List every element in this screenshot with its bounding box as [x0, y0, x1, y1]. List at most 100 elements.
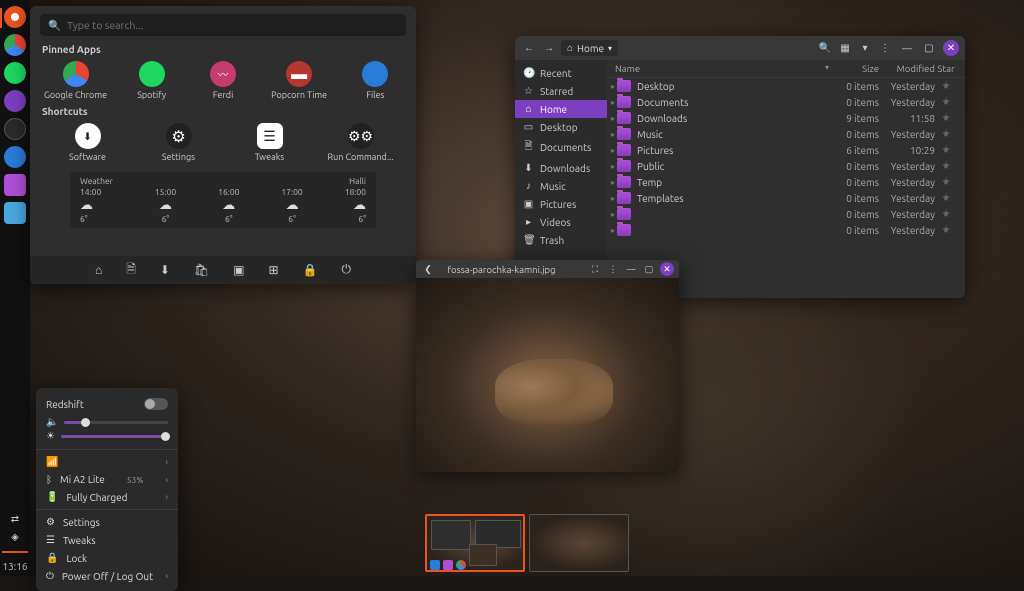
footer-home-icon[interactable]: ⌂	[95, 263, 102, 277]
tray-wifi-icon[interactable]: ◈	[11, 531, 19, 543]
shortcut-tweaks[interactable]: ☰Tweaks	[242, 123, 297, 162]
viewer-image[interactable]	[416, 278, 679, 472]
shortcut-software[interactable]: ⬇Software	[60, 123, 115, 162]
star-icon[interactable]: ★	[935, 80, 957, 92]
star-icon[interactable]: ★	[935, 224, 957, 236]
volume-slider[interactable]	[64, 421, 168, 424]
folder-icon	[617, 144, 631, 156]
sidebar-item-videos[interactable]: ▸Videos	[515, 213, 607, 231]
dock-app-purple[interactable]	[4, 174, 26, 196]
sidebar-item-home[interactable]: ⌂Home	[515, 100, 607, 118]
hamburger-button[interactable]: ⋮	[877, 40, 893, 56]
dock: ⇄ ◈ 13:16	[0, 0, 30, 576]
close-button[interactable]: ✕	[943, 40, 959, 56]
sidebar-item-starred[interactable]: ☆Starred	[515, 82, 607, 100]
file-row[interactable]: ▸Templates0 itemsYesterday★	[607, 190, 965, 206]
file-row[interactable]: ▸Public0 itemsYesterday★	[607, 158, 965, 174]
brightness-slider[interactable]	[61, 435, 168, 438]
footer-grid-icon[interactable]: ⊞	[269, 263, 279, 277]
launcher-search[interactable]: 🔍	[40, 14, 406, 36]
footer-download-icon[interactable]: ⬇	[160, 263, 170, 277]
file-row[interactable]: ▸Desktop0 itemsYesterday★	[607, 78, 965, 94]
folder-icon	[617, 96, 631, 108]
sidebar-item-trash[interactable]: 🗑Trash	[515, 231, 607, 249]
dock-app-image[interactable]	[4, 202, 26, 224]
path-bar[interactable]: ⌂Home▾	[561, 40, 618, 56]
file-row[interactable]: ▸Downloads9 items11:58★	[607, 110, 965, 126]
app-chrome[interactable]: Google Chrome	[48, 61, 103, 100]
star-icon[interactable]: ★	[935, 128, 957, 140]
redshift-toggle-row[interactable]: Redshift	[36, 394, 178, 416]
star-icon[interactable]: ★	[935, 208, 957, 220]
star-icon[interactable]: ★	[935, 144, 957, 156]
view-grid-button[interactable]: ▦	[837, 40, 853, 56]
dock-popcorn[interactable]	[4, 118, 26, 140]
file-row[interactable]: ▸Pictures6 items10:29★	[607, 142, 965, 158]
power-item[interactable]: ⏻Power Off / Log Out›	[36, 567, 178, 585]
minimize-button[interactable]: —	[899, 40, 915, 56]
app-files[interactable]: Files	[353, 61, 398, 100]
sidebar-item-music[interactable]: ♪Music	[515, 177, 607, 195]
viewer-prev-button[interactable]: ❮	[421, 262, 435, 276]
footer-lock-icon[interactable]: 🔒	[303, 263, 318, 277]
viewer-fullscreen-button[interactable]: ⛶	[588, 262, 602, 276]
settings-item[interactable]: ⚙Settings	[36, 513, 178, 531]
lock-item[interactable]: 🔒Lock	[36, 549, 178, 567]
sidebar-item-desktop[interactable]: ▭Desktop	[515, 118, 607, 136]
search-input[interactable]	[67, 19, 398, 31]
footer-shop-icon[interactable]: 🛍	[194, 263, 209, 277]
sidebar-item-documents[interactable]: 🗎Documents	[515, 136, 607, 159]
star-icon[interactable]: ★	[935, 96, 957, 108]
footer-window-icon[interactable]: ▣	[233, 263, 244, 277]
star-icon[interactable]: ★	[935, 192, 957, 204]
maximize-button[interactable]: ▢	[642, 262, 656, 276]
sidebar-item-recent[interactable]: 🕑Recent	[515, 64, 607, 82]
maximize-button[interactable]: ▢	[921, 40, 937, 56]
weather-widget[interactable]: Weather14:00☁6° 15:00☁6° 16:00☁6° 17:00☁…	[70, 172, 376, 228]
app-popcorn[interactable]: ▬Popcorn Time	[272, 61, 327, 100]
volume-row: 🔈	[36, 416, 178, 428]
sidebar-item-pictures[interactable]: ▣Pictures	[515, 195, 607, 213]
cloud-icon: ☁	[222, 198, 235, 213]
battery-row[interactable]: 🔋Fully Charged›	[36, 488, 178, 506]
dock-ferdi[interactable]	[4, 90, 26, 112]
bluetooth-row[interactable]: ᛒMi A2 Lite53%›	[36, 471, 178, 488]
app-launcher: 🔍 Pinned Apps Google Chrome Spotify 〰Fer…	[30, 6, 416, 284]
dock-app-blue[interactable]	[4, 146, 26, 168]
tray-network-icon[interactable]: ⇄	[11, 513, 19, 525]
dock-active-marker	[0, 8, 2, 28]
nav-back-button[interactable]: ←	[521, 40, 537, 56]
folder-icon	[617, 176, 631, 188]
close-button[interactable]: ✕	[660, 262, 674, 276]
app-ferdi[interactable]: 〰Ferdi	[200, 61, 245, 100]
dock-spotify[interactable]	[4, 62, 26, 84]
footer-document-icon[interactable]: 🗎	[126, 260, 136, 281]
star-icon[interactable]: ★	[935, 160, 957, 172]
star-icon[interactable]: ★	[935, 176, 957, 188]
footer-power-icon[interactable]: ⏻	[342, 263, 352, 277]
wifi-row[interactable]: 📶›	[36, 453, 178, 471]
minimize-button[interactable]: —	[624, 262, 638, 276]
file-row[interactable]: ▸0 itemsYesterday★	[607, 206, 965, 222]
file-row[interactable]: ▸Temp0 itemsYesterday★	[607, 174, 965, 190]
search-button[interactable]: 🔍	[817, 40, 833, 56]
file-row[interactable]: ▸Music0 itemsYesterday★	[607, 126, 965, 142]
dock-clock[interactable]: 13:16	[2, 561, 27, 572]
nav-forward-button[interactable]: →	[541, 40, 557, 56]
file-row[interactable]: ▸0 itemsYesterday★	[607, 222, 965, 238]
sidebar-icon: ▸	[523, 216, 534, 228]
workspace-2[interactable]	[529, 514, 629, 572]
redshift-toggle[interactable]	[144, 398, 168, 410]
file-row[interactable]: ▸Documents0 itemsYesterday★	[607, 94, 965, 110]
shortcut-run[interactable]: ⚙⚙Run Command...	[333, 123, 388, 162]
dock-activities[interactable]	[4, 6, 26, 28]
tweaks-item[interactable]: ☰Tweaks	[36, 531, 178, 549]
viewer-menu-button[interactable]: ⋮	[606, 262, 620, 276]
star-icon[interactable]: ★	[935, 112, 957, 124]
app-spotify[interactable]: Spotify	[129, 61, 174, 100]
view-dropdown-button[interactable]: ▾	[857, 40, 873, 56]
sidebar-item-downloads[interactable]: ⬇Downloads	[515, 159, 607, 177]
shortcut-settings[interactable]: ⚙Settings	[151, 123, 206, 162]
file-columns-header[interactable]: Name ▾ Size Modified Star	[607, 60, 965, 78]
dock-chrome[interactable]	[4, 34, 26, 56]
